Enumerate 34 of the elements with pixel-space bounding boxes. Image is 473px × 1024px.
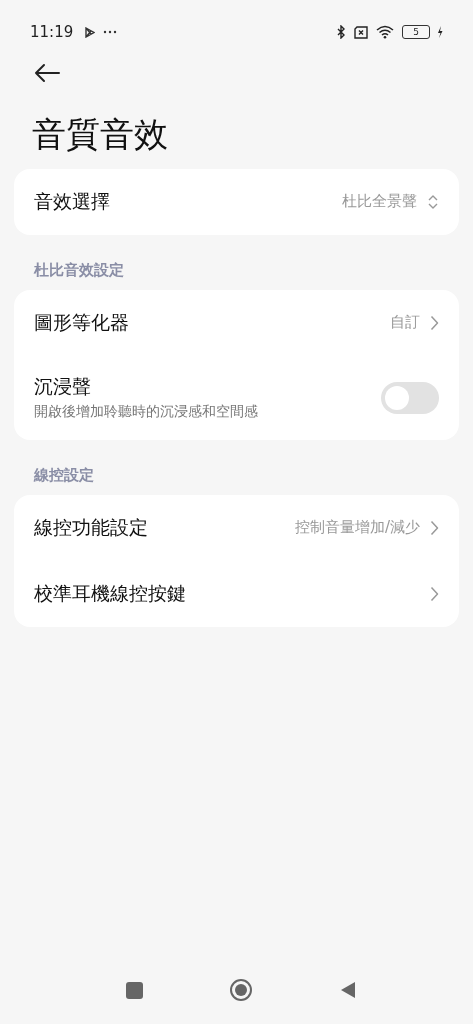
- section-header: 杜比音效設定: [34, 260, 125, 280]
- section-header: 線控設定: [34, 465, 95, 485]
- wifi-icon: [376, 25, 395, 39]
- settings-row[interactable]: 音效選擇 杜比全景聲: [14, 168, 459, 235]
- toggle-switch[interactable]: [381, 381, 439, 414]
- row-value: 自訂: [390, 313, 420, 333]
- chevron-right-icon: [430, 519, 439, 536]
- bluetooth-icon: [337, 25, 346, 39]
- row-label: 線控功能設定: [34, 514, 149, 540]
- status-time: 11:19: [30, 23, 74, 41]
- settings-row[interactable]: 沉浸聲 開啟後增加聆聽時的沉浸感和空間感: [14, 355, 459, 440]
- charging-icon: [437, 26, 443, 38]
- chevron-right-icon: [430, 585, 439, 602]
- row-value: 杜比全景聲: [342, 192, 417, 212]
- row-label: 校準耳機線控按鍵: [34, 580, 187, 606]
- page-title: 音質音效: [32, 114, 169, 155]
- chevron-right-icon: [430, 314, 439, 331]
- settings-row[interactable]: 線控功能設定 控制音量增加/減少: [14, 494, 459, 561]
- settings-row[interactable]: 校準耳機線控按鍵: [14, 560, 459, 627]
- back-icon[interactable]: [33, 63, 61, 83]
- no-sim-icon: [353, 25, 369, 39]
- row-label: 音效選擇: [34, 188, 111, 214]
- updown-icon: [427, 193, 439, 210]
- battery-icon: 5: [402, 25, 430, 39]
- back-button[interactable]: [339, 980, 357, 1000]
- row-description: 開啟後增加聆聽時的沉浸感和空間感: [34, 403, 259, 422]
- row-value: 控制音量增加/減少: [294, 518, 420, 538]
- settings-row[interactable]: 圖形等化器 自訂: [14, 289, 459, 356]
- home-button[interactable]: [229, 978, 253, 1002]
- row-label: 圖形等化器: [34, 309, 130, 335]
- play-store-icon: [85, 26, 96, 38]
- recents-button[interactable]: [126, 981, 143, 999]
- row-label: 沉浸聲: [34, 374, 92, 400]
- more-icon: [103, 30, 118, 34]
